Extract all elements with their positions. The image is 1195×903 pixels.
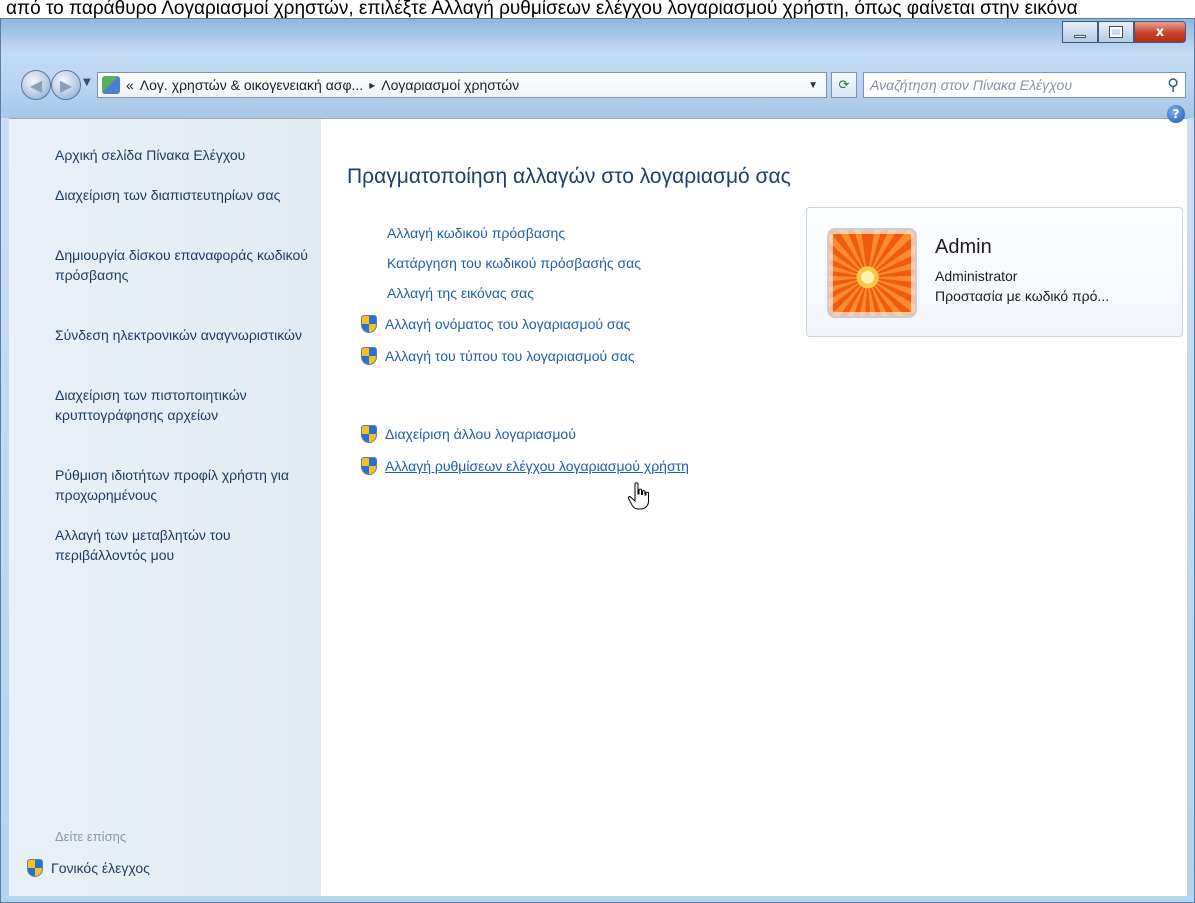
uac-shield-icon: [361, 425, 377, 443]
uac-shield-icon: [361, 347, 377, 365]
back-button[interactable]: ◀: [21, 70, 51, 100]
uac-shield-icon: [361, 315, 377, 333]
breadcrumb-current[interactable]: Λογαριασμοί χρηστών: [381, 77, 519, 93]
breadcrumb-overflow[interactable]: «: [126, 77, 134, 93]
address-dropdown-icon[interactable]: ▼: [808, 80, 818, 91]
sidebar: Αρχική σελίδα Πίνακα Ελέγχου Διαχείριση …: [9, 119, 321, 896]
address-bar[interactable]: « Λογ. χρηστών & οικογενειακή ασφ... ▸ Λ…: [97, 72, 827, 98]
task-label: Αλλαγή κωδικού πρόσβασης: [387, 225, 566, 241]
search-icon[interactable]: ⚲: [1167, 75, 1179, 95]
sidebar-item-manage-credentials[interactable]: Διαχείριση των διαπιστευτηρίων σας: [55, 185, 315, 205]
user-account-card: Admin Administrator Προστασία με κωδικό …: [806, 207, 1183, 337]
task-label: Κατάργηση του κωδικού πρόσβασής σας: [387, 255, 641, 271]
user-role: Administrator: [935, 268, 1018, 284]
user-name: Admin: [935, 236, 992, 258]
task-change-picture[interactable]: Αλλαγή της εικόνας σας: [387, 285, 534, 301]
back-arrow-icon: ◀: [29, 75, 43, 95]
minimize-icon: [1074, 34, 1086, 38]
caption-buttons: x: [1062, 21, 1186, 43]
sidebar-item-file-encryption-certificates[interactable]: Διαχείριση των πιστοποιητικών κρυπτογράφ…: [55, 385, 315, 425]
search-placeholder: Αναζήτηση στον Πίνακα Ελέγχου: [870, 77, 1073, 93]
task-remove-password[interactable]: Κατάργηση του κωδικού πρόσβασής σας: [387, 255, 641, 271]
minimize-button[interactable]: [1062, 21, 1098, 43]
task-manage-another-account[interactable]: Διαχείριση άλλου λογαριασμού: [361, 425, 576, 443]
maximize-button[interactable]: [1098, 21, 1134, 43]
uac-shield-icon: [361, 457, 377, 475]
task-label: Διαχείριση άλλου λογαριασμού: [385, 426, 576, 442]
uac-shield-icon: [27, 859, 43, 877]
parental-controls-link[interactable]: Γονικός έλεγχος: [27, 859, 150, 877]
task-label: Αλλαγή της εικόνας σας: [387, 285, 535, 301]
close-button[interactable]: x: [1134, 21, 1186, 43]
see-also-heading: Δείτε επίσης: [55, 829, 127, 844]
sidebar-item-link-online-ids[interactable]: Σύνδεση ηλεκτρονικών αναγνωριστικών: [55, 325, 315, 345]
forward-arrow-icon: ▶: [59, 75, 73, 95]
user-accounts-icon: [102, 76, 120, 94]
help-icon[interactable]: ?: [1167, 105, 1185, 123]
sidebar-item-environment-variables[interactable]: Αλλαγή των μεταβλητών του περιβάλλοντός …: [55, 525, 315, 565]
window-frame: x ◀ ▶ ▼ « Λογ. χρηστών & οικογενειακή ασ…: [1, 19, 1194, 118]
task-label: Αλλαγή του τύπου του λογαριασμού σας: [385, 348, 635, 364]
recent-pages-dropdown-icon[interactable]: ▼: [83, 77, 91, 88]
control-panel-window: x ◀ ▶ ▼ « Λογ. χρηστών & οικογενειακή ασ…: [0, 18, 1195, 903]
search-input[interactable]: Αναζήτηση στον Πίνακα Ελέγχου ⚲: [863, 72, 1186, 98]
page-title: Πραγματοποίηση αλλαγών στο λογαριασμό σα…: [347, 165, 791, 188]
refresh-icon: ⟳: [838, 77, 850, 93]
navigation-bar: ◀ ▶ ▼ « Λογ. χρηστών & οικογενειακή ασφ.…: [21, 67, 1186, 107]
user-avatar[interactable]: [827, 228, 917, 318]
task-change-uac-settings[interactable]: Αλλαγή ρυθμίσεων ελέγχου λογαριασμού χρή…: [361, 457, 689, 475]
sidebar-item-password-reset-disk[interactable]: Δημιουργία δίσκου επαναφοράς κωδικού πρό…: [55, 245, 315, 285]
content-area: Αρχική σελίδα Πίνακα Ελέγχου Διαχείριση …: [9, 105, 1187, 896]
sidebar-item-control-panel-home[interactable]: Αρχική σελίδα Πίνακα Ελέγχου: [55, 145, 315, 165]
close-icon: x: [1155, 24, 1165, 40]
hand-pointer-cursor-icon: [627, 482, 649, 510]
task-change-account-type[interactable]: Αλλαγή του τύπου του λογαριασμού σας: [361, 347, 635, 365]
parental-controls-label: Γονικός έλεγχος: [51, 860, 150, 876]
maximize-icon: [1109, 26, 1123, 38]
breadcrumb-parent[interactable]: Λογ. χρηστών & οικογενειακή ασφ...: [140, 77, 363, 93]
user-password-status: Προστασία με κωδικό πρό...: [935, 288, 1110, 304]
sidebar-item-advanced-profile-properties[interactable]: Ρύθμιση ιδιοτήτων προφίλ χρήστη για προχ…: [55, 465, 315, 505]
refresh-button[interactable]: ⟳: [831, 72, 857, 98]
breadcrumb-separator-icon[interactable]: ▸: [369, 78, 375, 92]
task-change-password[interactable]: Αλλαγή κωδικού πρόσβασης: [387, 225, 565, 241]
task-change-account-name[interactable]: Αλλαγή ονόματος του λογαριασμού σας: [361, 315, 630, 333]
forward-button[interactable]: ▶: [51, 70, 81, 100]
task-label: Αλλαγή ρυθμίσεων ελέγχου λογαριασμού χρή…: [385, 458, 689, 474]
task-label: Αλλαγή ονόματος του λογαριασμού σας: [385, 316, 631, 332]
